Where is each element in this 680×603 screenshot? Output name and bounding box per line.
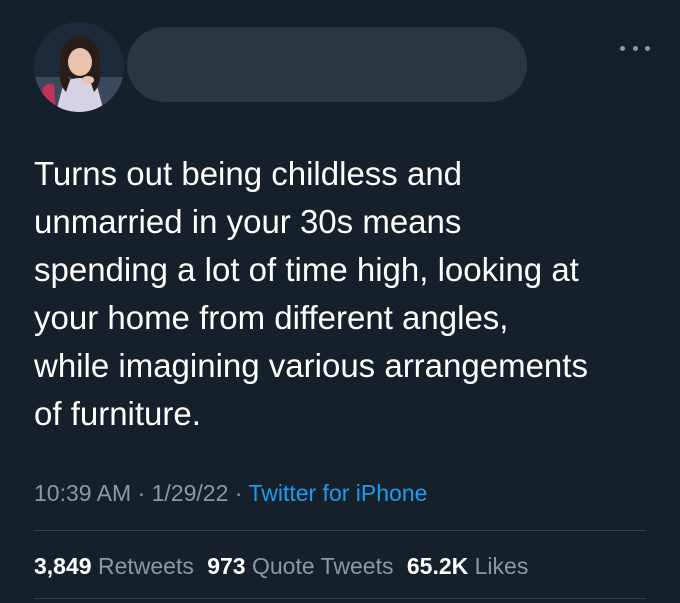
divider [34,530,646,531]
more-horizontal-icon[interactable] [620,38,650,58]
avatar-photo [34,22,124,112]
likes-stat[interactable]: 65.2K Likes [407,553,528,579]
tweet-time[interactable]: 10:39 AM [34,480,131,506]
tweet-stats: 3,849 Retweets 973 Quote Tweets 65.2K Li… [34,551,535,581]
tweet-source-link[interactable]: Twitter for iPhone [248,480,427,506]
avatar[interactable] [34,22,124,112]
quote-tweets-stat[interactable]: 973 Quote Tweets [207,553,393,579]
dot [620,45,625,51]
likes-label: Likes [474,553,529,579]
retweets-stat[interactable]: 3,849 Retweets [34,553,194,579]
quote-tweets-label: Quote Tweets [251,553,394,579]
quote-tweets-count: 973 [207,553,246,579]
tweet-meta: 10:39 AM · 1/29/22 · Twitter for iPhone [34,478,427,508]
meta-separator: · [234,480,243,506]
likes-count: 65.2K [406,553,469,579]
redacted-author-name[interactable] [127,27,527,102]
tweet-text: Turns out being childless and unmarried … [34,155,588,432]
tweet-date[interactable]: 1/29/22 [152,480,229,506]
divider [34,598,646,599]
retweets-label: Retweets [97,553,194,579]
dot [645,45,650,51]
retweets-count: 3,849 [34,553,92,579]
dot [632,45,638,51]
meta-separator: · [137,480,146,506]
